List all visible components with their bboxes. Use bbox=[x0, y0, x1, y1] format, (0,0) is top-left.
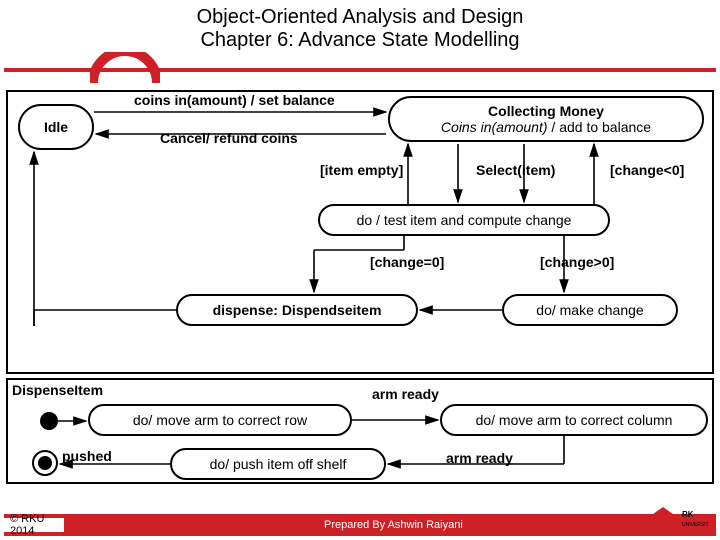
arc-icon bbox=[90, 52, 160, 86]
header-rule bbox=[0, 58, 720, 82]
label-coins-in: coins in(amount) / set balance bbox=[134, 92, 335, 108]
label-change-lt0: [change<0] bbox=[610, 162, 684, 178]
push-shelf-label: do/ push item off shelf bbox=[210, 456, 347, 472]
make-change-label: do/ make change bbox=[536, 302, 643, 318]
move-col-label: do/ move arm to correct column bbox=[476, 412, 673, 428]
footer-right: Prepared By Ashwin Raiyani bbox=[64, 514, 716, 536]
state-idle-label: Idle bbox=[44, 119, 68, 135]
dispense-label: dispense: Dispendseitem bbox=[213, 302, 382, 318]
state-diagram: Idle Collecting Money Coins in(amount) /… bbox=[4, 90, 716, 490]
page-title: Object-Oriented Analysis and Design Chap… bbox=[0, 0, 720, 56]
label-arm-ready-2: arm ready bbox=[446, 450, 513, 466]
state-push-shelf: do/ push item off shelf bbox=[170, 448, 386, 480]
label-pushed: pushed bbox=[62, 448, 112, 464]
state-test-item: do / test item and compute change bbox=[318, 204, 610, 236]
collecting-action: Coins in(amount) / add to balance bbox=[441, 119, 651, 135]
initial-state-icon bbox=[40, 412, 58, 430]
label-change-eq0: [change=0] bbox=[370, 254, 444, 270]
university-logo-icon: RK UNIVERSITY bbox=[644, 499, 708, 536]
state-move-col: do/ move arm to correct column bbox=[440, 404, 708, 436]
state-make-change: do/ make change bbox=[502, 294, 678, 326]
state-dispense: dispense: Dispendseitem bbox=[176, 294, 418, 326]
svg-text:RK: RK bbox=[682, 510, 694, 519]
title-line1: Object-Oriented Analysis and Design bbox=[0, 6, 720, 29]
move-row-label: do/ move arm to correct row bbox=[133, 412, 307, 428]
footer: © RKU 2014 Prepared By Ashwin Raiyani RK… bbox=[4, 514, 716, 536]
dispense-item-title: DispenseItem bbox=[12, 382, 103, 398]
label-cancel: Cancel/ refund coins bbox=[160, 130, 298, 146]
state-move-row: do/ move arm to correct row bbox=[88, 404, 352, 436]
test-item-label: do / test item and compute change bbox=[357, 212, 572, 228]
label-item-empty: [item empty] bbox=[320, 162, 403, 178]
state-idle: Idle bbox=[18, 104, 94, 150]
label-select: Select(item) bbox=[476, 162, 555, 178]
title-line2: Chapter 6: Advance State Modelling bbox=[0, 29, 720, 52]
label-arm-ready-1: arm ready bbox=[372, 386, 439, 402]
final-state-icon bbox=[32, 450, 58, 476]
footer-left: © RKU 2014 bbox=[4, 514, 64, 536]
state-collecting: Collecting Money Coins in(amount) / add … bbox=[388, 96, 704, 142]
label-change-gt0: [change>0] bbox=[540, 254, 614, 270]
collecting-title: Collecting Money bbox=[488, 103, 604, 119]
svg-text:UNIVERSITY: UNIVERSITY bbox=[682, 522, 708, 528]
